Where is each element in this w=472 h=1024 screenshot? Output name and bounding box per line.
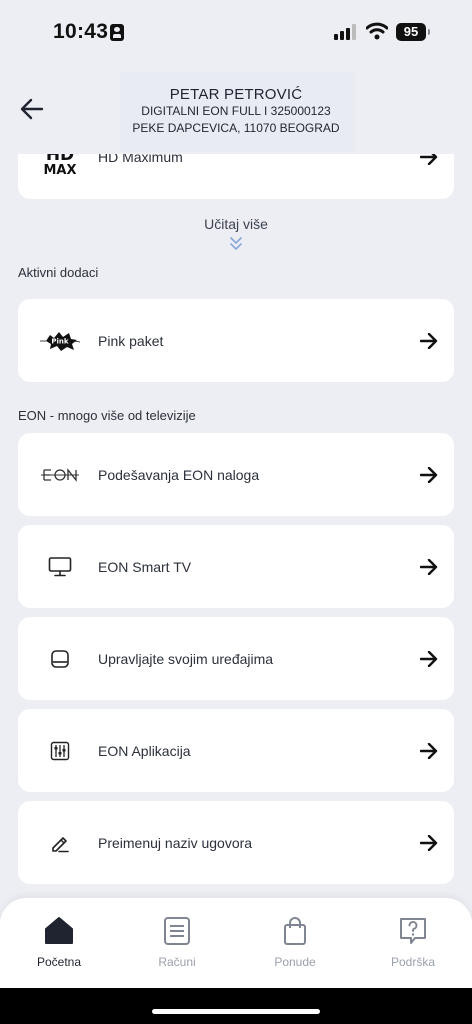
eon-card-account-settings[interactable]: Podešavanja EON naloga	[18, 433, 454, 516]
eon-card-rename-contract[interactable]: Preimenuj naziv ugovora	[18, 801, 454, 884]
double-chevron-down-icon[interactable]	[228, 236, 244, 252]
device-icon	[40, 644, 80, 674]
arrow-right-icon	[420, 466, 438, 483]
customer-name: PETAR PETROVIĆ	[169, 86, 303, 103]
arrow-right-icon	[420, 834, 438, 851]
contact-card-icon	[110, 24, 124, 41]
document-icon	[164, 917, 190, 945]
pink-logo-icon: Pink	[40, 326, 80, 356]
status-bar: 10:43 95	[0, 0, 472, 62]
home-indicator[interactable]	[152, 1009, 320, 1014]
tab-label: Računi	[158, 955, 196, 969]
eon-item-label: Podešavanja EON naloga	[98, 466, 260, 483]
cellular-signal-icon	[334, 24, 356, 40]
eon-card-smart-tv[interactable]: EON Smart TV	[18, 525, 454, 608]
arrow-right-icon	[420, 650, 438, 667]
eon-item-label: EON Aplikacija	[98, 742, 191, 759]
tab-label: Početna	[36, 955, 82, 969]
section-title-active-addons: Aktivni dodaci	[18, 265, 99, 280]
tab-label: Ponude	[274, 955, 316, 969]
arrow-right-icon	[420, 332, 438, 349]
pink-logo-text: Pink	[51, 337, 69, 345]
home-icon	[45, 917, 73, 944]
eon-card-manage-devices[interactable]: Upravljajte svojim uređajima	[18, 617, 454, 700]
tab-ponude[interactable]: Ponude	[236, 898, 354, 988]
addon-label: Pink paket	[98, 332, 164, 349]
tab-label: Podrška	[390, 955, 436, 969]
tab-racuni[interactable]: Računi	[118, 898, 236, 988]
tab-pocetna[interactable]: Početna	[0, 898, 118, 988]
header: PETAR PETROVIĆ DIGITALNI EON FULL I 3250…	[0, 62, 472, 154]
status-time: 10:43	[53, 20, 109, 43]
bottom-tab-bar: Početna Računi Ponude Podrška	[0, 898, 472, 988]
tab-podrska[interactable]: Podrška	[354, 898, 472, 988]
section-title-eon: EON - mnogo više od televizije	[18, 408, 196, 423]
contract-info: DIGITALNI EON FULL I 325000123	[141, 104, 331, 118]
max-logo-text: MAX	[43, 163, 77, 179]
sliders-icon	[40, 736, 80, 766]
wifi-icon	[366, 22, 388, 40]
eon-card-app[interactable]: EON Aplikacija	[18, 709, 454, 792]
eon-item-label: EON Smart TV	[98, 558, 192, 575]
home-indicator-area	[0, 988, 472, 1024]
eon-logo-icon	[40, 460, 80, 490]
battery-indicator: 95	[396, 23, 430, 41]
arrow-right-icon	[420, 742, 438, 759]
shopping-bag-icon	[284, 917, 306, 945]
addon-card-pink-paket[interactable]: Pink Pink paket	[18, 299, 454, 382]
help-bubble-icon	[400, 918, 426, 944]
customer-address: PEKE DAPCEVICA, 11070 BEOGRAD	[132, 121, 340, 135]
eon-item-label: Preimenuj naziv ugovora	[98, 834, 253, 851]
arrow-right-icon	[420, 558, 438, 575]
pencil-icon	[40, 828, 80, 858]
load-more-button[interactable]: Učitaj više	[0, 216, 472, 232]
eon-item-label: Upravljajte svojim uređajima	[98, 650, 274, 667]
tv-icon	[40, 552, 80, 582]
